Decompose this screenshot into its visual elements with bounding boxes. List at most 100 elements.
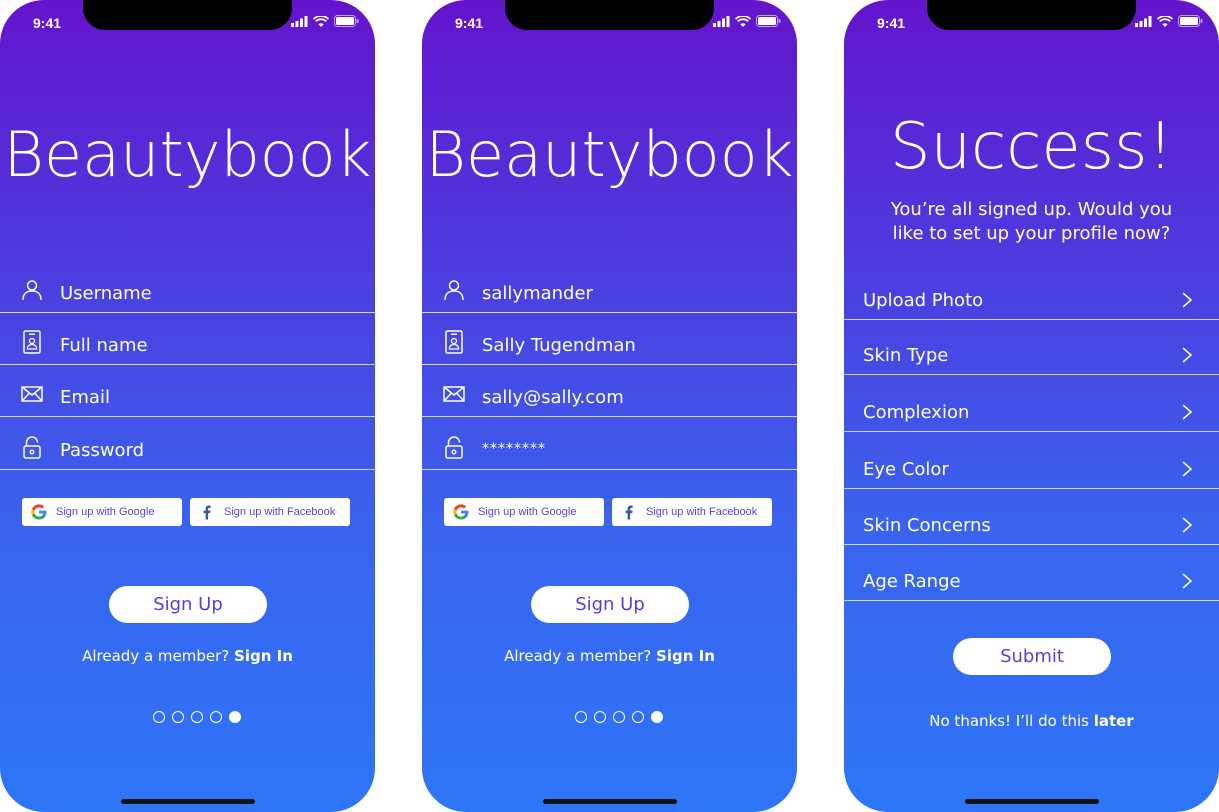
page-dot[interactable]: [153, 711, 165, 723]
page-dot[interactable]: [575, 711, 587, 723]
page-dot[interactable]: [210, 711, 222, 723]
signin-link[interactable]: Sign In: [656, 647, 715, 665]
home-indicator: [121, 799, 255, 804]
id-card-icon: [23, 330, 41, 354]
already-member-text: Already a member? Sign In: [422, 647, 797, 665]
page-dot[interactable]: [594, 711, 606, 723]
username-field[interactable]: Username: [0, 261, 375, 313]
facebook-logo-icon: [625, 505, 633, 520]
google-logo-icon: [453, 504, 469, 520]
page-dot-active[interactable]: [651, 711, 663, 723]
already-member-text: Already a member? Sign In: [0, 647, 375, 665]
profile-row-label: Complexion: [863, 402, 970, 423]
skip-prefix: No thanks! I’ll do this: [929, 712, 1094, 730]
submit-button[interactable]: Submit: [953, 638, 1111, 675]
signup-screen-filled: 9:41 Beautybook sallymander Sally Tugend…: [422, 0, 797, 812]
page-dot-active[interactable]: [229, 711, 241, 723]
success-title: Success!: [889, 110, 1174, 184]
chevron-right-icon: [1182, 461, 1193, 477]
status-time: 9:41: [877, 15, 906, 31]
home-indicator: [543, 799, 677, 804]
password-field[interactable]: Password: [0, 418, 375, 470]
user-icon: [444, 280, 464, 301]
email-field[interactable]: sally@sally.com: [422, 365, 797, 417]
success-subtitle: You’re all signed up. Would you like to …: [890, 199, 1173, 244]
profile-row-label: Skin Type: [863, 345, 949, 366]
facebook-signup-label: Sign up with Facebook: [224, 506, 336, 518]
page-dot[interactable]: [191, 711, 203, 723]
status-icons: [1135, 15, 1203, 27]
profile-row-label: Skin Concerns: [863, 515, 991, 536]
email-placeholder: Email: [60, 387, 110, 408]
profile-row-age-range[interactable]: Age Range: [844, 559, 1219, 601]
username-field[interactable]: sallymander: [422, 261, 797, 313]
fullname-field[interactable]: Sally Tugendman: [422, 313, 797, 365]
already-member-prefix: Already a member?: [504, 647, 657, 665]
battery-icon: [1178, 15, 1203, 27]
profile-row-skin-type[interactable]: Skin Type: [844, 333, 1219, 375]
user-icon: [22, 280, 42, 301]
profile-row-label: Upload Photo: [863, 290, 984, 311]
profile-row-skin-concerns[interactable]: Skin Concerns: [844, 503, 1219, 545]
signin-link[interactable]: Sign In: [234, 647, 293, 665]
password-field[interactable]: ********: [422, 418, 797, 470]
fullname-field[interactable]: Full name: [0, 313, 375, 365]
google-signup-button[interactable]: Sign up with Google: [444, 498, 604, 526]
skip-text: No thanks! I’ll do this later: [844, 712, 1219, 730]
cellular-signal-icon: [291, 15, 308, 27]
success-screen: 9:41 Success! You’re all signed up. Woul…: [844, 0, 1219, 812]
google-signup-button[interactable]: Sign up with Google: [22, 498, 182, 526]
profile-row-upload-photo[interactable]: Upload Photo: [844, 278, 1219, 320]
status-icons: [713, 15, 781, 27]
facebook-signup-button[interactable]: Sign up with Facebook: [612, 498, 772, 526]
page-dot[interactable]: [613, 711, 625, 723]
google-logo-icon: [31, 504, 47, 520]
id-card-icon: [445, 330, 463, 354]
brand-title: Beautybook: [3, 118, 372, 191]
profile-row-eye-color[interactable]: Eye Color: [844, 447, 1219, 489]
notch: [927, 0, 1136, 30]
fullname-value: Sally Tugendman: [482, 335, 636, 356]
page-indicator: [575, 711, 663, 723]
username-placeholder: Username: [60, 283, 152, 304]
email-field[interactable]: Email: [0, 365, 375, 417]
mail-icon: [443, 386, 465, 402]
google-signup-label: Sign up with Google: [478, 506, 577, 518]
battery-icon: [334, 15, 359, 27]
cellular-signal-icon: [1135, 15, 1152, 27]
notch: [83, 0, 292, 30]
password-placeholder: Password: [60, 440, 145, 461]
status-time: 9:41: [33, 15, 62, 31]
facebook-logo-icon: [203, 505, 211, 520]
google-signup-label: Sign up with Google: [56, 506, 155, 518]
cellular-signal-icon: [713, 15, 730, 27]
page-dot[interactable]: [632, 711, 644, 723]
notch: [505, 0, 714, 30]
email-value: sally@sally.com: [482, 387, 624, 408]
chevron-right-icon: [1182, 404, 1193, 420]
home-indicator: [965, 799, 1099, 804]
status-icons: [291, 15, 359, 27]
fullname-placeholder: Full name: [60, 335, 148, 356]
signup-button[interactable]: Sign Up: [531, 586, 689, 623]
wifi-icon: [735, 15, 751, 27]
status-time: 9:41: [455, 15, 484, 31]
wifi-icon: [1157, 15, 1173, 27]
chevron-right-icon: [1182, 573, 1193, 589]
chevron-right-icon: [1182, 347, 1193, 363]
battery-icon: [756, 15, 781, 27]
signup-button[interactable]: Sign Up: [109, 586, 267, 623]
wifi-icon: [313, 15, 329, 27]
facebook-signup-label: Sign up with Facebook: [646, 506, 758, 518]
page-dot[interactable]: [172, 711, 184, 723]
facebook-signup-button[interactable]: Sign up with Facebook: [190, 498, 350, 526]
later-link[interactable]: later: [1094, 712, 1134, 730]
lock-icon: [23, 436, 41, 459]
profile-row-complexion[interactable]: Complexion: [844, 390, 1219, 432]
signup-screen-empty: 9:41 Beautybook Username Full name Email…: [0, 0, 375, 812]
profile-row-label: Eye Color: [863, 459, 949, 480]
chevron-right-icon: [1182, 517, 1193, 533]
already-member-prefix: Already a member?: [82, 647, 235, 665]
lock-icon: [445, 436, 463, 459]
username-value: sallymander: [482, 283, 593, 304]
